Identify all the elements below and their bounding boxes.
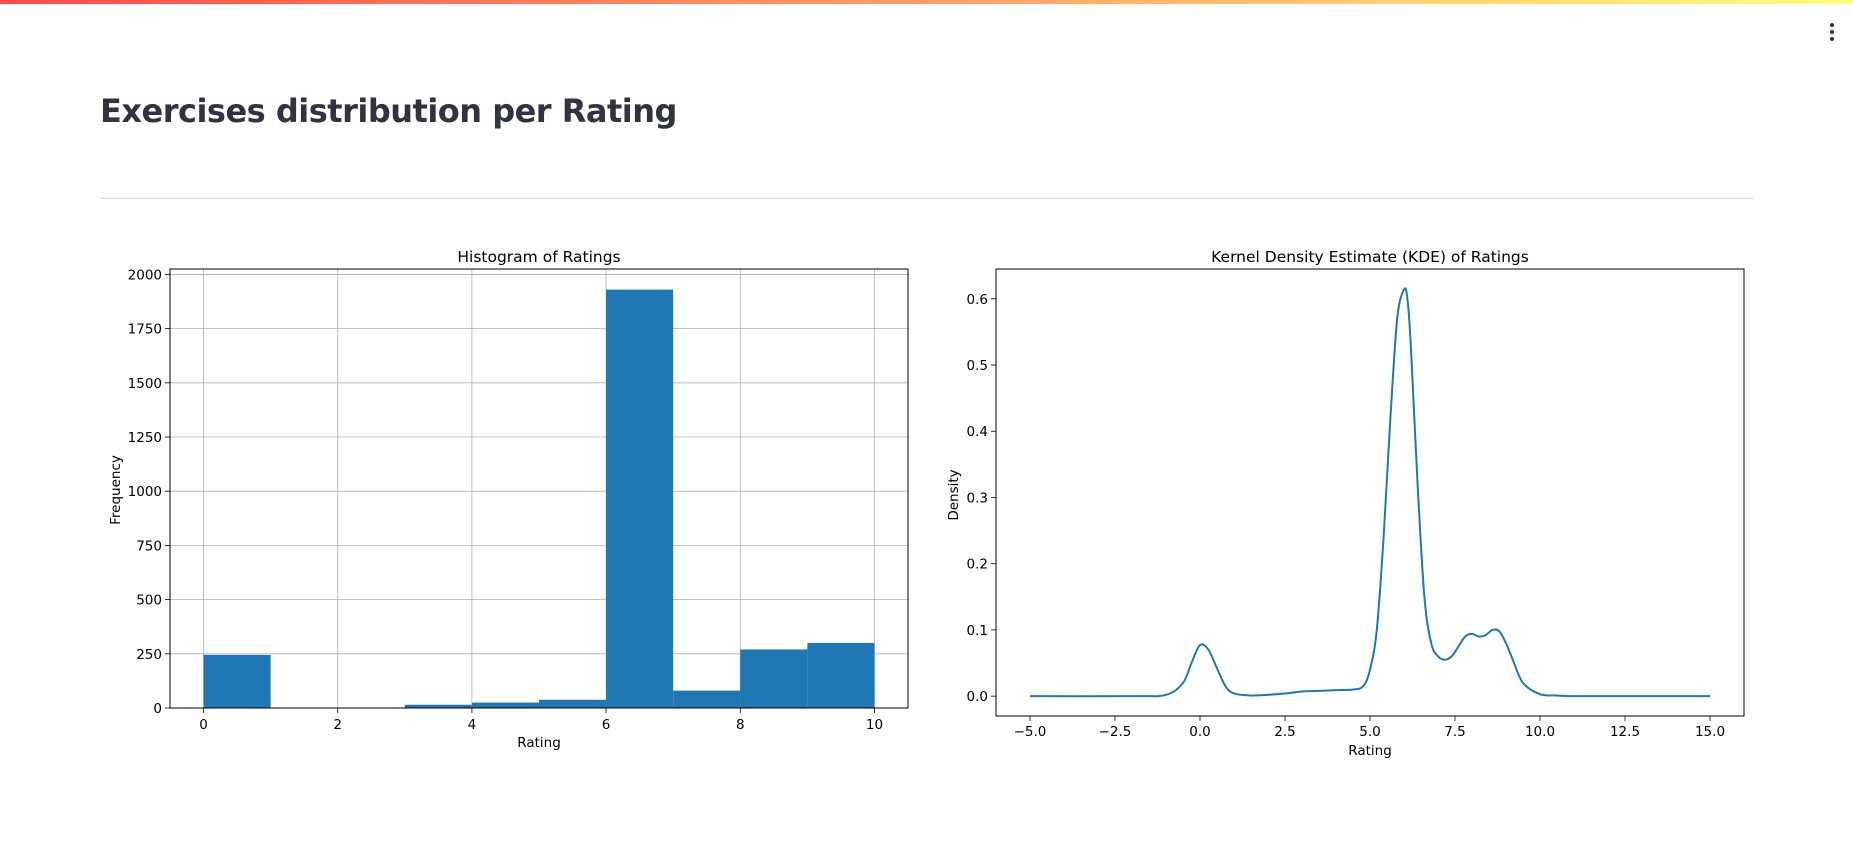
charts-figure: Histogram of Ratings Rating Frequency 0 2… xyxy=(108,248,1745,759)
kde-x-tick-label: 0.0 xyxy=(1189,724,1210,740)
histogram-x-tick-label: 2 xyxy=(333,717,342,733)
histogram-bar xyxy=(606,289,674,708)
kde-title: Kernel Density Estimate (KDE) of Ratings xyxy=(1211,248,1529,266)
histogram-y-label: Frequency xyxy=(108,455,124,525)
histogram-y-tick-label: 250 xyxy=(136,647,162,663)
kde-y-tick-label: 0.0 xyxy=(967,689,988,705)
kde-x-ticks: −5.0 −2.5 0.0 2.5 5.0 7.5 10.0 12.5 15.0 xyxy=(1014,716,1725,740)
kde-chart: Kernel Density Estimate (KDE) of Ratings… xyxy=(946,248,1745,759)
kde-y-tick-label: 0.1 xyxy=(967,623,988,639)
histogram-bar xyxy=(203,654,271,708)
histogram-bar xyxy=(673,690,741,708)
histogram-y-tick-label: 1500 xyxy=(128,376,162,392)
kde-x-tick-label: −5.0 xyxy=(1014,724,1047,740)
kde-y-tick-label: 0.6 xyxy=(967,292,988,308)
kde-x-tick-label: 10.0 xyxy=(1525,724,1555,740)
kde-y-tick-label: 0.2 xyxy=(967,557,988,573)
histogram-bar xyxy=(807,642,875,708)
histogram-x-tick-label: 0 xyxy=(199,717,208,733)
histogram-x-tick-label: 4 xyxy=(468,717,477,733)
histogram-chart: Histogram of Ratings Rating Frequency 0 2… xyxy=(108,248,909,751)
histogram-y-tick-label: 0 xyxy=(153,701,162,717)
histogram-bar xyxy=(539,699,607,708)
histogram-grid xyxy=(170,269,908,709)
kde-x-tick-label: 2.5 xyxy=(1274,724,1295,740)
histogram-x-tick-label: 6 xyxy=(602,717,611,733)
histogram-y-tick-label: 500 xyxy=(136,593,162,609)
histogram-y-tick-label: 2000 xyxy=(128,267,162,283)
kde-x-tick-label: 15.0 xyxy=(1695,724,1725,740)
kde-x-tick-label: 12.5 xyxy=(1610,724,1640,740)
histogram-y-tick-label: 1000 xyxy=(128,484,162,500)
kde-series-line xyxy=(1029,287,1710,698)
histogram-frame xyxy=(169,268,909,709)
histogram-x-tick-label: 8 xyxy=(736,717,745,733)
kde-frame xyxy=(995,268,1745,717)
histogram-bar xyxy=(740,649,808,708)
histogram-x-ticks: 0 2 4 6 8 10 xyxy=(199,708,883,733)
kde-x-tick-label: −2.5 xyxy=(1099,724,1132,740)
histogram-x-label: Rating xyxy=(517,735,561,751)
histogram-title: Histogram of Ratings xyxy=(457,248,620,266)
histogram-y-ticks: 0 250 500 750 1000 1250 1500 1750 2000 xyxy=(128,267,170,717)
kde-y-ticks: 0.0 0.1 0.2 0.3 0.4 0.5 0.6 xyxy=(967,292,996,705)
kde-y-tick-label: 0.5 xyxy=(967,358,988,374)
histogram-bar xyxy=(471,702,539,708)
histogram-bars xyxy=(203,289,875,708)
histogram-y-tick-label: 1250 xyxy=(128,430,162,446)
kde-y-tick-label: 0.3 xyxy=(967,490,988,506)
histogram-x-tick-label: 10 xyxy=(866,717,883,733)
kde-y-tick-label: 0.4 xyxy=(967,424,988,440)
histogram-y-tick-label: 1750 xyxy=(128,322,162,338)
kde-x-label: Rating xyxy=(1348,743,1392,759)
kde-y-label: Density xyxy=(946,469,962,520)
kde-x-tick-label: 5.0 xyxy=(1359,724,1380,740)
kde-x-tick-label: 7.5 xyxy=(1444,724,1465,740)
histogram-y-tick-label: 750 xyxy=(136,538,162,554)
